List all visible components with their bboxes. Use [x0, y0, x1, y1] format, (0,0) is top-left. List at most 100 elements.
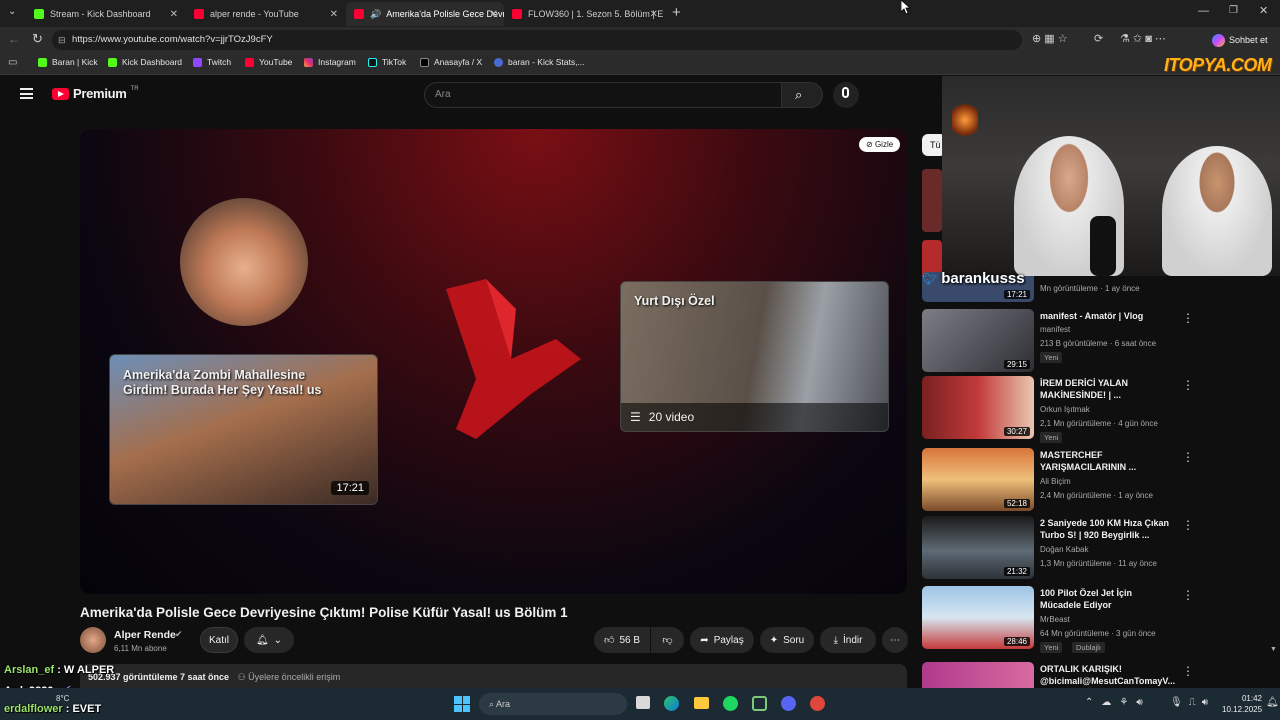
hide-end-screen-button[interactable]: ⊘ Gizle — [859, 137, 901, 152]
recommended-video[interactable]: 52:18 MASTERCHEF YARIŞMACILARININ ... Al… — [922, 448, 1197, 514]
bookmark-kick-dashboard[interactable]: Kick Dashboard — [108, 57, 182, 67]
subscribed-bell-button[interactable]: 🔔︎ ⌄ — [244, 627, 294, 653]
more-vert-icon[interactable]: ⋮ — [1182, 664, 1194, 678]
spotify-icon[interactable] — [723, 696, 738, 711]
video-meta: 213 B görüntüleme · 6 saat önce — [1040, 339, 1157, 348]
start-button[interactable] — [454, 696, 470, 712]
bookmark-twitch[interactable]: Twitch — [193, 57, 231, 67]
app-icon[interactable] — [752, 696, 767, 711]
bookmark-youtube[interactable]: YouTube — [245, 57, 292, 67]
video-title: manifest - Amatör | Vlog — [1040, 311, 1144, 321]
channel-name[interactable]: Alper Rende — [114, 629, 176, 641]
site-info-icon[interactable]: ⊟ — [58, 30, 66, 50]
reload-icon[interactable]: ↻ — [32, 31, 43, 47]
bookmark-label: Baran | Kick — [52, 57, 98, 67]
tab-active-video[interactable]: 🔊 Amerika'da Polisle Gece Devri ✕ — [346, 2, 504, 26]
close-window-icon[interactable]: ✕ — [1259, 4, 1268, 17]
chat-message: erdalflower : EVET — [4, 703, 102, 715]
reading-list-icon[interactable]: ▭ — [8, 57, 17, 68]
edge-icon[interactable] — [664, 696, 679, 711]
clock-time: 01:42 — [1241, 694, 1262, 703]
taskbar-search[interactable]: ⌕ Ara — [479, 693, 627, 715]
app-icon-red[interactable] — [810, 696, 825, 711]
bookmark-instagram[interactable]: Instagram — [304, 57, 356, 67]
clock[interactable]: 01:42 10.12.2025 — [1222, 693, 1262, 715]
end-screen-playlist-card[interactable]: Yurt Dışı Özel ☰ 20 video — [620, 281, 889, 432]
tray-icons[interactable]: ⌃☁⚘🔊︎ — [1085, 697, 1151, 708]
ask-label: Soru — [783, 634, 805, 646]
weather-widget[interactable]: 8°C — [56, 694, 69, 703]
tab-list-chevron-icon[interactable]: ⌄ — [8, 6, 16, 17]
extensions-icon[interactable]: ⊕ ▦ ☆ — [1032, 32, 1068, 45]
kick-icon — [34, 9, 44, 19]
tab-flow360[interactable]: FLOW360 | 1. Sezon 5. Bölüm | EL ✕ — [504, 2, 664, 26]
more-vert-icon[interactable]: ⋮ — [1182, 588, 1194, 602]
bookmark-label: Twitch — [207, 57, 232, 67]
speaker-icon[interactable]: 🔊 — [370, 9, 381, 20]
minimize-icon[interactable]: — — [1198, 5, 1209, 17]
discord-icon[interactable] — [781, 696, 796, 711]
chat-button-label: Sohbet et — [1229, 35, 1268, 45]
task-view-icon[interactable] — [636, 696, 650, 709]
like-button[interactable]: 👍︎ 56 B — [594, 627, 650, 653]
recommended-video[interactable]: 21:32 2 Saniyede 100 KM Hıza Çıkan Turbo… — [922, 516, 1197, 582]
recommended-video[interactable]: 29:15 manifest - Amatör | Vlog manifest … — [922, 309, 1197, 375]
maximize-icon[interactable]: ❐ — [1229, 5, 1238, 16]
tiktok-icon — [368, 57, 377, 67]
channel-name: MrBeast — [1040, 615, 1070, 624]
bookmark-x[interactable]: Anasayfa / X — [420, 57, 482, 67]
close-icon[interactable]: ✕ — [650, 9, 658, 20]
video-meta: 1,3 Mn görüntüleme · 11 ay önce — [1040, 559, 1157, 568]
hamburger-menu-icon[interactable] — [20, 88, 33, 99]
tray-system-icons[interactable]: 🎙︎⎍🔊︎ — [1170, 697, 1214, 708]
voice-search-button[interactable] — [833, 82, 859, 108]
toolbar-icons[interactable]: ⚗ ✩ ◙ ⋯ — [1120, 32, 1166, 45]
close-icon[interactable]: ✕ — [330, 9, 338, 20]
description-box[interactable]: 502.937 görüntüleme 7 saat önce ⚇ Üyeler… — [80, 664, 907, 688]
file-explorer-icon[interactable] — [694, 697, 709, 709]
youtube-icon — [512, 9, 522, 19]
ask-button[interactable]: ✦ Soru — [760, 627, 814, 653]
dislike-button[interactable]: 👎︎ — [651, 627, 684, 653]
recommended-video[interactable]: ORTALIK KARIŞIK! @bicimali@MesutCanTomay… — [922, 662, 1197, 688]
share-button[interactable]: ➦ Paylaş — [690, 627, 754, 653]
more-vert-icon[interactable]: ⋮ — [1182, 450, 1194, 464]
bookmark-kick-stats[interactable]: baran - Kick Stats,... — [494, 57, 585, 67]
search-input[interactable]: Ara — [424, 82, 782, 108]
recommended-video[interactable]: 30:27 İREM DERİCİ YALAN MAKİNESİNDE! | .… — [922, 376, 1197, 443]
share-label: Paylaş — [713, 634, 744, 646]
more-actions-button[interactable]: ⋯ — [882, 627, 908, 653]
video-player[interactable]: ⊘ Gizle Amerika'da Zombi Mahallesine Gir… — [80, 129, 907, 594]
close-icon[interactable]: ✕ — [490, 9, 498, 20]
more-icon: ⋯ — [890, 634, 900, 646]
more-vert-icon[interactable]: ⋮ — [1182, 518, 1194, 532]
url-field[interactable]: ⊟ https://www.youtube.com/watch?v=jjrTOz… — [52, 30, 1022, 50]
more-vert-icon[interactable]: ⋮ — [1182, 311, 1194, 325]
recommended-video[interactable]: 28:46 100 Pilot Özel Jet İçin Mücadele E… — [922, 586, 1197, 653]
new-badge: Yeni — [1040, 352, 1063, 363]
video-thumbnail: 29:15 — [922, 309, 1034, 372]
channel-avatar[interactable] — [80, 627, 106, 653]
channel-avatar-large[interactable] — [180, 198, 308, 326]
stats-icon — [494, 57, 503, 67]
bookmark-tiktok[interactable]: TikTok — [368, 57, 406, 67]
end-screen-video-card[interactable]: Amerika'da Zombi Mahallesine Girdim! Bur… — [109, 354, 378, 505]
video-title: 2 Saniyede 100 KM Hıza Çıkan Turbo S! | … — [1040, 518, 1170, 540]
copilot-chat-button[interactable]: Sohbet et — [1212, 30, 1276, 50]
search-button[interactable]: ⌕ — [781, 82, 823, 108]
scrollbar[interactable]: ▼ — [1270, 646, 1277, 656]
download-button[interactable]: ⤓ İndir — [820, 627, 876, 653]
notification-icon[interactable]: 🔔︎ — [1266, 697, 1279, 708]
tab-kick-dashboard[interactable]: Stream - Kick Dashboard ✕ — [26, 2, 184, 26]
bookmark-baran-kick[interactable]: Baran | Kick — [38, 57, 98, 67]
back-arrow-icon[interactable]: ← — [8, 32, 20, 46]
recommended-thumb-partial[interactable] — [922, 169, 942, 232]
tab-alper-rende[interactable]: alper rende - YouTube ✕ — [186, 2, 344, 26]
more-vert-icon[interactable]: ⋮ — [1182, 378, 1194, 392]
join-button[interactable]: Katıl — [200, 627, 238, 653]
sparkle-icon: ✦ — [769, 634, 779, 646]
close-icon[interactable]: ✕ — [170, 9, 178, 20]
new-tab-plus-icon[interactable]: + — [672, 4, 681, 21]
youtube-premium-logo[interactable]: Premium TR — [52, 86, 139, 101]
refresh-extension-icon[interactable]: ⟳ — [1094, 32, 1103, 45]
